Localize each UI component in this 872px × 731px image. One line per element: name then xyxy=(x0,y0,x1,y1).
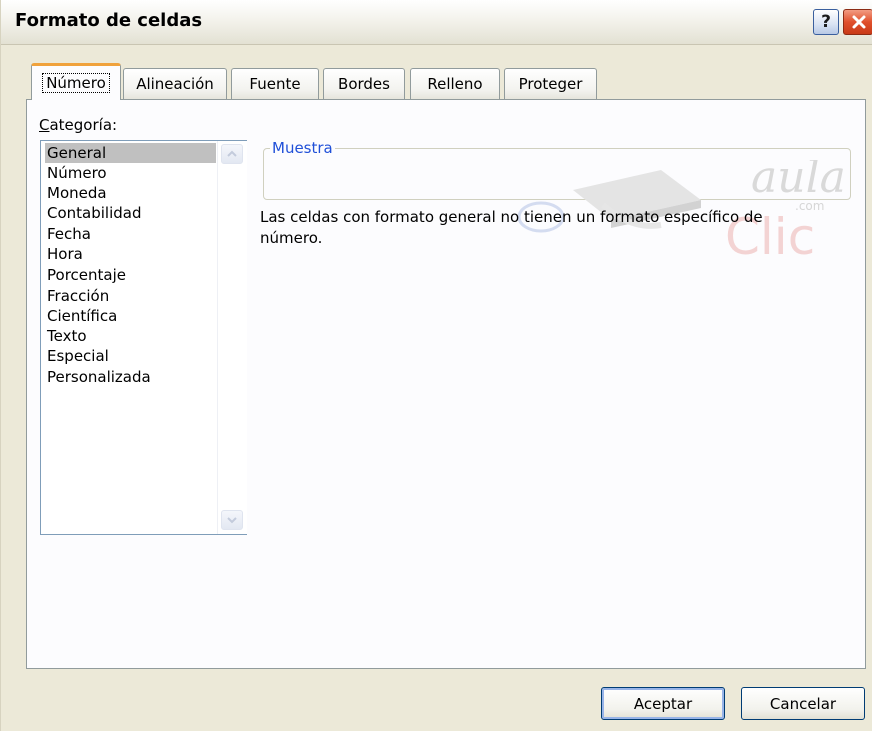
chevron-down-icon xyxy=(227,517,237,524)
accept-button-label: Aceptar xyxy=(633,694,693,713)
tab-fuente[interactable]: Fuente xyxy=(231,68,319,99)
cancel-button[interactable]: Cancelar xyxy=(741,687,865,720)
tab-alineacion-label: Alineación xyxy=(136,75,214,93)
category-item-personalizada[interactable]: Personalizada xyxy=(45,367,153,387)
tab-relleno[interactable]: Relleno xyxy=(410,68,500,99)
category-item-porcentaje[interactable]: Porcentaje xyxy=(45,265,128,285)
category-item-cientifica[interactable]: Científica xyxy=(45,306,119,326)
category-item-contabilidad[interactable]: Contabilidad xyxy=(45,203,144,223)
tab-numero-label: Número xyxy=(42,73,110,93)
close-button[interactable] xyxy=(843,9,872,35)
dialog-title: Formato de celdas xyxy=(15,10,203,31)
tab-bordes-label: Bordes xyxy=(338,75,390,93)
category-label-accesskey: C xyxy=(39,116,50,134)
tab-bordes[interactable]: Bordes xyxy=(323,68,405,99)
category-item-fraccion[interactable]: Fracción xyxy=(45,286,111,306)
category-listbox[interactable]: General Número Moneda Contabilidad Fecha… xyxy=(40,140,247,535)
scroll-down-button[interactable] xyxy=(221,510,243,530)
close-icon xyxy=(852,15,865,29)
category-scrollbar[interactable] xyxy=(217,141,247,534)
tab-proteger[interactable]: Proteger xyxy=(504,68,597,99)
category-label: Categoría: xyxy=(39,116,117,134)
tab-alineacion[interactable]: Alineación xyxy=(123,68,227,99)
tab-fuente-label: Fuente xyxy=(249,75,301,93)
category-item-moneda[interactable]: Moneda xyxy=(45,183,109,203)
format-cells-dialog: Formato de celdas ? Número Alineación Fu… xyxy=(0,0,872,731)
category-item-texto[interactable]: Texto xyxy=(45,326,89,346)
sample-groupbox: Muestra xyxy=(263,139,851,200)
sample-legend: Muestra xyxy=(270,139,335,157)
tab-proteger-label: Proteger xyxy=(518,75,583,93)
title-bar: Formato de celdas ? xyxy=(1,0,872,45)
category-item-especial[interactable]: Especial xyxy=(45,346,111,366)
category-item-fecha[interactable]: Fecha xyxy=(45,224,93,244)
question-icon: ? xyxy=(821,12,831,32)
accept-button[interactable]: Aceptar xyxy=(601,687,725,720)
cancel-button-label: Cancelar xyxy=(769,694,837,713)
category-item-general[interactable]: General xyxy=(45,143,216,163)
category-label-text: ategoría: xyxy=(49,116,118,134)
tab-relleno-label: Relleno xyxy=(427,75,483,93)
help-button[interactable]: ? xyxy=(813,9,839,35)
chevron-up-icon xyxy=(227,150,237,157)
category-item-hora[interactable]: Hora xyxy=(45,244,85,264)
tab-numero[interactable]: Número xyxy=(31,63,121,100)
category-item-numero[interactable]: Número xyxy=(45,163,109,183)
scroll-up-button[interactable] xyxy=(221,144,243,164)
format-description: Las celdas con formato general no tienen… xyxy=(260,208,763,247)
